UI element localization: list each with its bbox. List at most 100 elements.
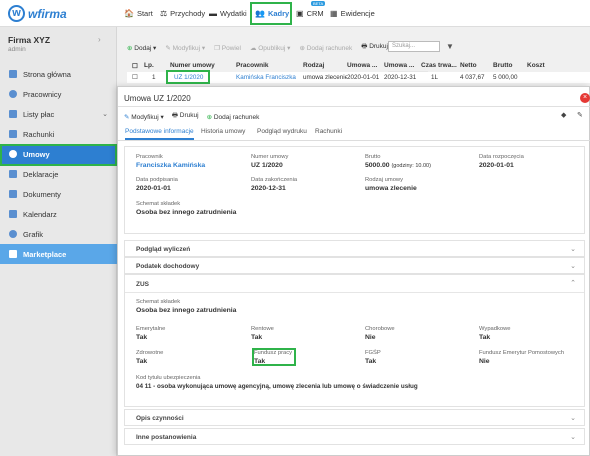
brutto-amount: 5000.00 xyxy=(365,162,390,169)
wfirma-logo[interactable]: w wfirma xyxy=(8,5,74,22)
label-emerytalne: Emerytalne xyxy=(136,326,166,332)
kadry-highlight xyxy=(250,2,292,25)
nav-ewidencje[interactable]: ▦ Ewidencje xyxy=(330,5,375,22)
sidebar-item-listy-plac[interactable]: Listy płac ⌄ xyxy=(0,104,117,124)
sidebar-item-pracownicy[interactable]: Pracownicy xyxy=(0,84,117,104)
nav-przychody[interactable]: ⚖ Przychody xyxy=(160,5,205,22)
value-chorobowe: Nie xyxy=(365,334,376,341)
sidebar-label: Dokumenty xyxy=(23,189,61,199)
tab-rachunki[interactable]: Rachunki xyxy=(315,128,342,135)
section-podatek[interactable]: Podatek dochodowy ⌄ xyxy=(124,257,585,274)
value-zakonczenie: 2020-12-31 xyxy=(251,185,286,192)
modyfikuj-label: Modyfikuj xyxy=(172,44,201,52)
value-fep: Nie xyxy=(479,358,490,365)
logo-text: wfirma xyxy=(28,7,67,21)
col-umowa-od[interactable]: Umowa ... xyxy=(347,62,384,69)
tab-podstawowe[interactable]: Podstawowe informacje xyxy=(125,128,194,140)
col-czas[interactable]: Czas trwa... xyxy=(421,62,460,69)
powiel-button[interactable]: ❐ Powiel xyxy=(214,44,241,52)
dodaj-rachunek-label: Dodaj rachunek xyxy=(306,44,353,52)
value-brutto: 5000.00 (godziny: 10.00) xyxy=(365,162,431,169)
label-zus-schemat: Schemat składek xyxy=(136,299,181,305)
folder-icon xyxy=(9,190,17,198)
search-input[interactable]: Szukaj... xyxy=(388,41,440,52)
col-rodzaj[interactable]: Rodzaj xyxy=(303,62,347,69)
store-icon xyxy=(9,250,17,258)
col-numer[interactable]: Numer umowy xyxy=(170,62,236,69)
chevron-up-icon[interactable]: ⌃ xyxy=(570,279,576,287)
col-umowa-do[interactable]: Umowa ... xyxy=(384,62,421,69)
opublikuj-button[interactable]: ☁ Opublikuj ▾ xyxy=(250,44,291,52)
numer-highlight xyxy=(166,70,210,84)
logo-icon: w xyxy=(8,5,25,22)
drukuj-button[interactable]: 🖶 Drukuj xyxy=(172,111,199,122)
section-opis-czynnosci[interactable]: Opis czynności ⌄ xyxy=(124,409,585,426)
filter-icon[interactable]: ▼ xyxy=(446,42,454,51)
dodaj-rachunek-button[interactable]: ⊕ Dodaj rachunek xyxy=(207,113,260,121)
modyfikuj-button[interactable]: ✎ Modyfikuj ▾ xyxy=(165,44,205,52)
select-all-checkbox[interactable]: ☐ xyxy=(127,62,144,70)
dodaj-rachunek-button[interactable]: ⊕ Dodaj rachunek xyxy=(299,44,352,52)
section-title: Inne postanowienia xyxy=(136,434,197,441)
nav-start[interactable]: 🏠 Start xyxy=(124,5,153,22)
label-rentowe: Rentowe xyxy=(251,326,274,332)
row-checkbox[interactable]: ☐ xyxy=(127,74,144,81)
top-bar: w wfirma 🏠 Start ⚖ Przychody ▬ Wydatki 👥 Kad… xyxy=(0,0,590,27)
dodaj-button[interactable]: ⊕ Dodaj ▾ xyxy=(127,44,156,52)
chevron-down-icon: ⌄ xyxy=(570,263,576,270)
chevron-right-icon[interactable]: › xyxy=(98,35,101,44)
sidebar-item-dokumenty[interactable]: Dokumenty xyxy=(0,184,117,204)
nav-crm[interactable]: ▣ CRM xyxy=(296,5,324,22)
edit-icon: ✎ xyxy=(124,113,130,121)
sidebar-item-kalendarz[interactable]: Kalendarz xyxy=(0,204,117,224)
section-title: Podatek dochodowy xyxy=(136,263,200,270)
sidebar-item-rachunki[interactable]: Rachunki xyxy=(0,124,117,144)
modyfikuj-button[interactable]: ✎ Modyfikuj ▾ xyxy=(124,113,164,121)
cell-do: 2020-12-31 xyxy=(384,74,417,81)
sidebar-item-deklaracje[interactable]: Deklaracje xyxy=(0,164,117,184)
printer-icon: 🖶 xyxy=(361,43,368,50)
user-name: admin xyxy=(8,46,26,53)
modal-toolbar: ✎ Modyfikuj ▾ 🖶 Drukuj ⊕ Dodaj rachunek xyxy=(124,111,259,122)
receipt-icon xyxy=(9,130,17,138)
col-netto[interactable]: Netto xyxy=(460,62,493,69)
sidebar: Firma XYZ admin › Strona główna Pracowni… xyxy=(0,27,117,456)
sidebar-item-strona-glowna[interactable]: Strona główna xyxy=(0,64,117,84)
tag-icon[interactable]: ◆ xyxy=(561,111,566,119)
tab-podglad[interactable]: Podgląd wydruku xyxy=(257,128,307,135)
label-brutto: Brutto xyxy=(365,154,381,160)
nav-ewidencje-label: Ewidencje xyxy=(340,9,375,18)
sidebar-label: Strona główna xyxy=(23,69,71,79)
tab-historia[interactable]: Historia umowy xyxy=(201,128,245,135)
cell-pracownik[interactable]: Kamińska Franciszka xyxy=(236,74,303,81)
chevron-down-icon: ⌄ xyxy=(102,111,108,118)
value-schemat: Osoba bez innego zatrudnienia xyxy=(136,209,237,216)
nav-wydatki[interactable]: ▬ Wydatki xyxy=(209,5,247,22)
sidebar-item-marketplace[interactable]: Marketplace xyxy=(0,244,117,264)
label-schemat: Schemat składek xyxy=(136,201,181,207)
col-lp[interactable]: Lp. xyxy=(144,62,170,69)
chevron-down-icon: ⌄ xyxy=(570,434,576,441)
company-name[interactable]: Firma XYZ xyxy=(8,35,50,45)
label-rodzaj: Rodzaj umowy xyxy=(365,177,404,183)
cell-rodzaj: umowa zlecenie xyxy=(303,74,347,81)
chevron-down-icon: ⌄ xyxy=(570,415,576,422)
value-pracownik[interactable]: Franciszka Kamińska xyxy=(136,162,205,169)
section-inne-postanowienia[interactable]: Inne postanowienia ⌄ xyxy=(124,428,585,445)
close-icon[interactable]: × xyxy=(580,93,590,103)
sidebar-label: Listy płac xyxy=(23,109,55,119)
section-podglad-wyliczen[interactable]: Podgląd wyliczeń ⌄ xyxy=(124,240,585,257)
chart-icon xyxy=(9,70,17,78)
col-pracownik[interactable]: Pracownik xyxy=(236,62,303,69)
value-numer: UZ 1/2020 xyxy=(251,162,283,169)
col-brutto[interactable]: Brutto xyxy=(493,62,527,69)
printer-icon: 🖶 xyxy=(171,112,178,119)
col-koszt[interactable]: Koszt xyxy=(527,62,557,69)
pencil-icon[interactable]: ✎ xyxy=(577,111,583,119)
sidebar-item-grafik[interactable]: Grafik xyxy=(0,224,117,244)
label-zakonczenie: Data zakończenia xyxy=(251,177,298,183)
section-title[interactable]: ZUS xyxy=(136,281,149,288)
calendar-icon xyxy=(9,210,17,218)
value-podpisanie: 2020-01-01 xyxy=(136,185,171,192)
dodaj-rachunek-label: Dodaj rachunek xyxy=(213,113,260,121)
